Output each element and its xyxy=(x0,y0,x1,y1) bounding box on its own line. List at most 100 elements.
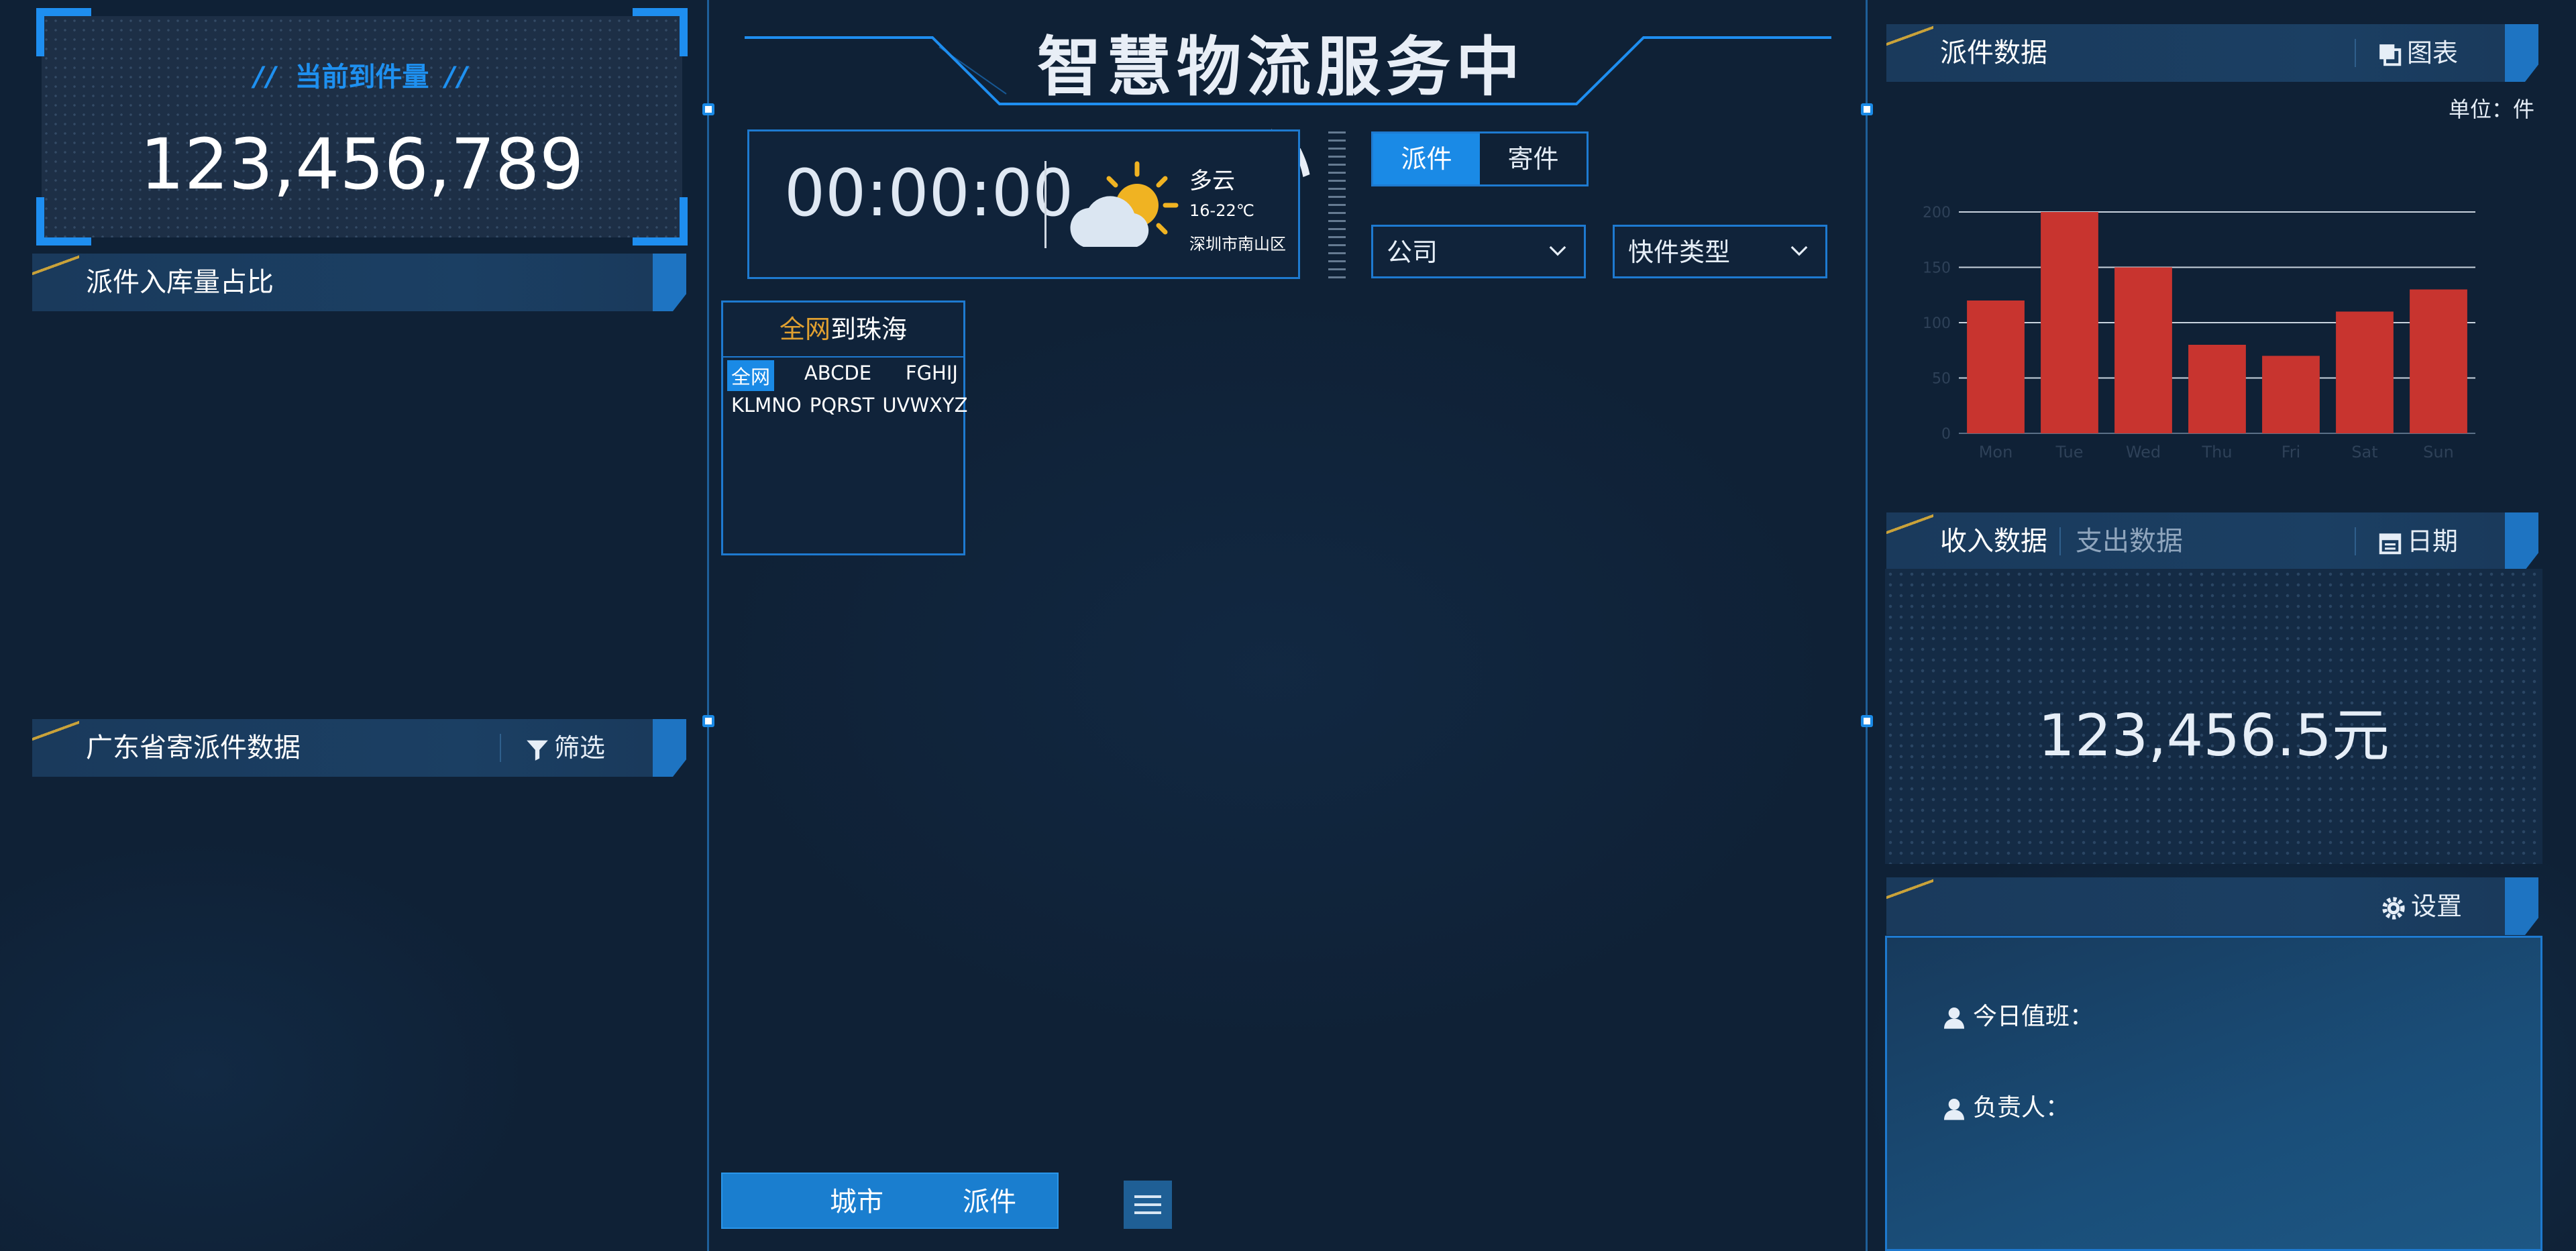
city-button[interactable]: 城市 xyxy=(830,1174,883,1230)
area-filter-panel: 全网到珠海 全网 ABCDE FGHIJ KLMNO PQRST UVWXYZ xyxy=(721,301,968,555)
city-dispatch-bar[interactable]: 城市 派件 xyxy=(721,1173,1059,1229)
separator xyxy=(2059,527,2061,555)
duty-panel: 今日值班： 负责人： xyxy=(1885,936,2542,1251)
income-value: 123,456.5元 xyxy=(2038,702,2390,769)
duty-owner-row: 负责人： xyxy=(1941,1088,2070,1123)
arrival-counter-panel: // 当前到件量 // 123,456,789 xyxy=(36,8,688,246)
tab-expense[interactable]: 支出数据 xyxy=(2076,512,2183,570)
section-title: 派件入库量占比 xyxy=(86,267,274,298)
x-tick-label: Sun xyxy=(2423,443,2454,461)
stripe-decor xyxy=(1886,20,1933,50)
corner-decor xyxy=(633,8,688,56)
stripe-decor xyxy=(32,250,79,279)
toggle-send[interactable]: 寄件 xyxy=(1480,133,1587,184)
duty-today-row: 今日值班： xyxy=(1941,997,2094,1032)
x-tick-label: Tue xyxy=(2055,443,2084,461)
area-option[interactable]: FGHIJ xyxy=(902,360,962,391)
counter-value: 123,456,789 xyxy=(140,123,584,205)
left-divider xyxy=(707,0,709,1251)
date-label: 日期 xyxy=(2407,527,2459,556)
bar xyxy=(1967,301,2025,433)
dispatch-button[interactable]: 派件 xyxy=(963,1174,1016,1230)
bar xyxy=(2336,311,2394,433)
counter-title-text: 当前到件量 xyxy=(294,62,429,93)
area-highlight: 全网 xyxy=(779,315,830,344)
select-label: 快件类型 xyxy=(1628,237,1731,267)
section-dispatch-header: 派件数据 图表 xyxy=(1886,20,2538,82)
area-option[interactable]: UVWXYZ xyxy=(878,392,971,418)
unit-label: 单位：件 xyxy=(2449,97,2535,122)
x-tick-label: Sat xyxy=(2351,443,2377,461)
section-settings-header: 设置 xyxy=(1886,873,2538,935)
divider xyxy=(1044,161,1046,248)
bar xyxy=(2410,289,2467,433)
express-type-select[interactable]: 快件类型 xyxy=(1613,225,1827,278)
ruler-decor xyxy=(1328,131,1346,279)
area-row: KLMNO PQRST UVWXYZ xyxy=(727,392,968,418)
y-tick-label: 50 xyxy=(1932,371,1951,388)
stripe-decor xyxy=(1886,508,1933,538)
bar xyxy=(2188,345,2246,433)
separator xyxy=(500,734,501,762)
separator xyxy=(2355,39,2356,67)
divider-node xyxy=(702,715,714,727)
divider-node xyxy=(1861,103,1873,115)
user-icon xyxy=(1944,1099,1964,1120)
section-finance-header: 收入数据 支出数据 日期 xyxy=(1886,508,2538,570)
settings-label: 设置 xyxy=(2411,891,2463,921)
weather-location: 深圳市南山区 xyxy=(1189,235,1286,254)
chevron-down-icon xyxy=(1549,246,1566,256)
company-select[interactable]: 公司 xyxy=(1371,225,1586,278)
y-tick-label: 200 xyxy=(1923,205,1951,221)
bar xyxy=(2114,267,2172,433)
x-tick-label: Mon xyxy=(1979,443,2013,461)
x-tick-label: Fri xyxy=(2282,443,2301,461)
section-province-header: 广东省寄派件数据 筛选 xyxy=(32,715,686,777)
date-button[interactable]: 日期 xyxy=(2377,512,2458,570)
divider-node xyxy=(1861,715,1873,727)
area-row: 全网 ABCDE FGHIJ xyxy=(727,360,962,391)
right-divider xyxy=(1866,0,1868,1251)
chart-icon xyxy=(2379,44,2402,66)
tab-income[interactable]: 收入数据 xyxy=(1940,512,2047,570)
area-option[interactable]: KLMNO xyxy=(727,392,806,418)
partly-cloudy-icon xyxy=(1070,161,1179,247)
y-tick-label: 0 xyxy=(1941,426,1951,443)
settings-button[interactable]: 设置 xyxy=(2380,877,2462,935)
stripe-decor xyxy=(32,715,79,745)
clock-time: 00:00:00 xyxy=(784,156,1074,231)
dispatch-send-toggle[interactable]: 派件 寄件 xyxy=(1371,131,1589,186)
gear-icon xyxy=(2382,896,2405,920)
filter-icon xyxy=(527,740,548,761)
y-tick-label: 150 xyxy=(1923,260,1951,277)
area-filter-title: 全网到珠海 xyxy=(723,303,963,358)
bar xyxy=(2262,356,2320,433)
filter-button[interactable]: 筛选 xyxy=(525,719,605,777)
weather-temp: 16-22℃ xyxy=(1189,201,1254,220)
area-option[interactable]: 全网 xyxy=(727,360,775,391)
counter-title: // 当前到件量 // xyxy=(42,55,682,94)
chart-button[interactable]: 图表 xyxy=(2377,24,2458,82)
corner-decor xyxy=(36,8,91,56)
section-title: 广东省寄派件数据 xyxy=(86,732,301,763)
filter-label: 筛选 xyxy=(554,733,606,763)
title-decor: // xyxy=(254,62,279,93)
weather-desc: 多云 xyxy=(1189,168,1235,195)
area-option[interactable]: PQRST xyxy=(806,392,879,418)
user-icon xyxy=(1944,1008,1964,1029)
stripe-decor xyxy=(1886,873,1933,903)
y-tick-label: 100 xyxy=(1923,315,1951,332)
duty-today-label: 今日值班： xyxy=(1973,1003,2094,1030)
area-option[interactable]: ABCDE xyxy=(800,360,875,391)
dispatch-bar-chart: 0 50 100 150 200 Mon Tue Wed Thu Fri Sat Sun xyxy=(1923,205,2475,461)
divider-node xyxy=(702,103,714,115)
title-decor: // xyxy=(445,62,470,93)
x-tick-label: Wed xyxy=(2126,443,2161,461)
x-tick-label: Thu xyxy=(2201,443,2232,461)
section-ratio-header: 派件入库量占比 xyxy=(32,250,686,311)
toggle-dispatch[interactable]: 派件 xyxy=(1373,133,1480,184)
separator xyxy=(2355,527,2356,555)
menu-button[interactable] xyxy=(1124,1181,1172,1229)
chevron-down-icon xyxy=(1790,246,1808,256)
select-label: 公司 xyxy=(1387,237,1438,267)
